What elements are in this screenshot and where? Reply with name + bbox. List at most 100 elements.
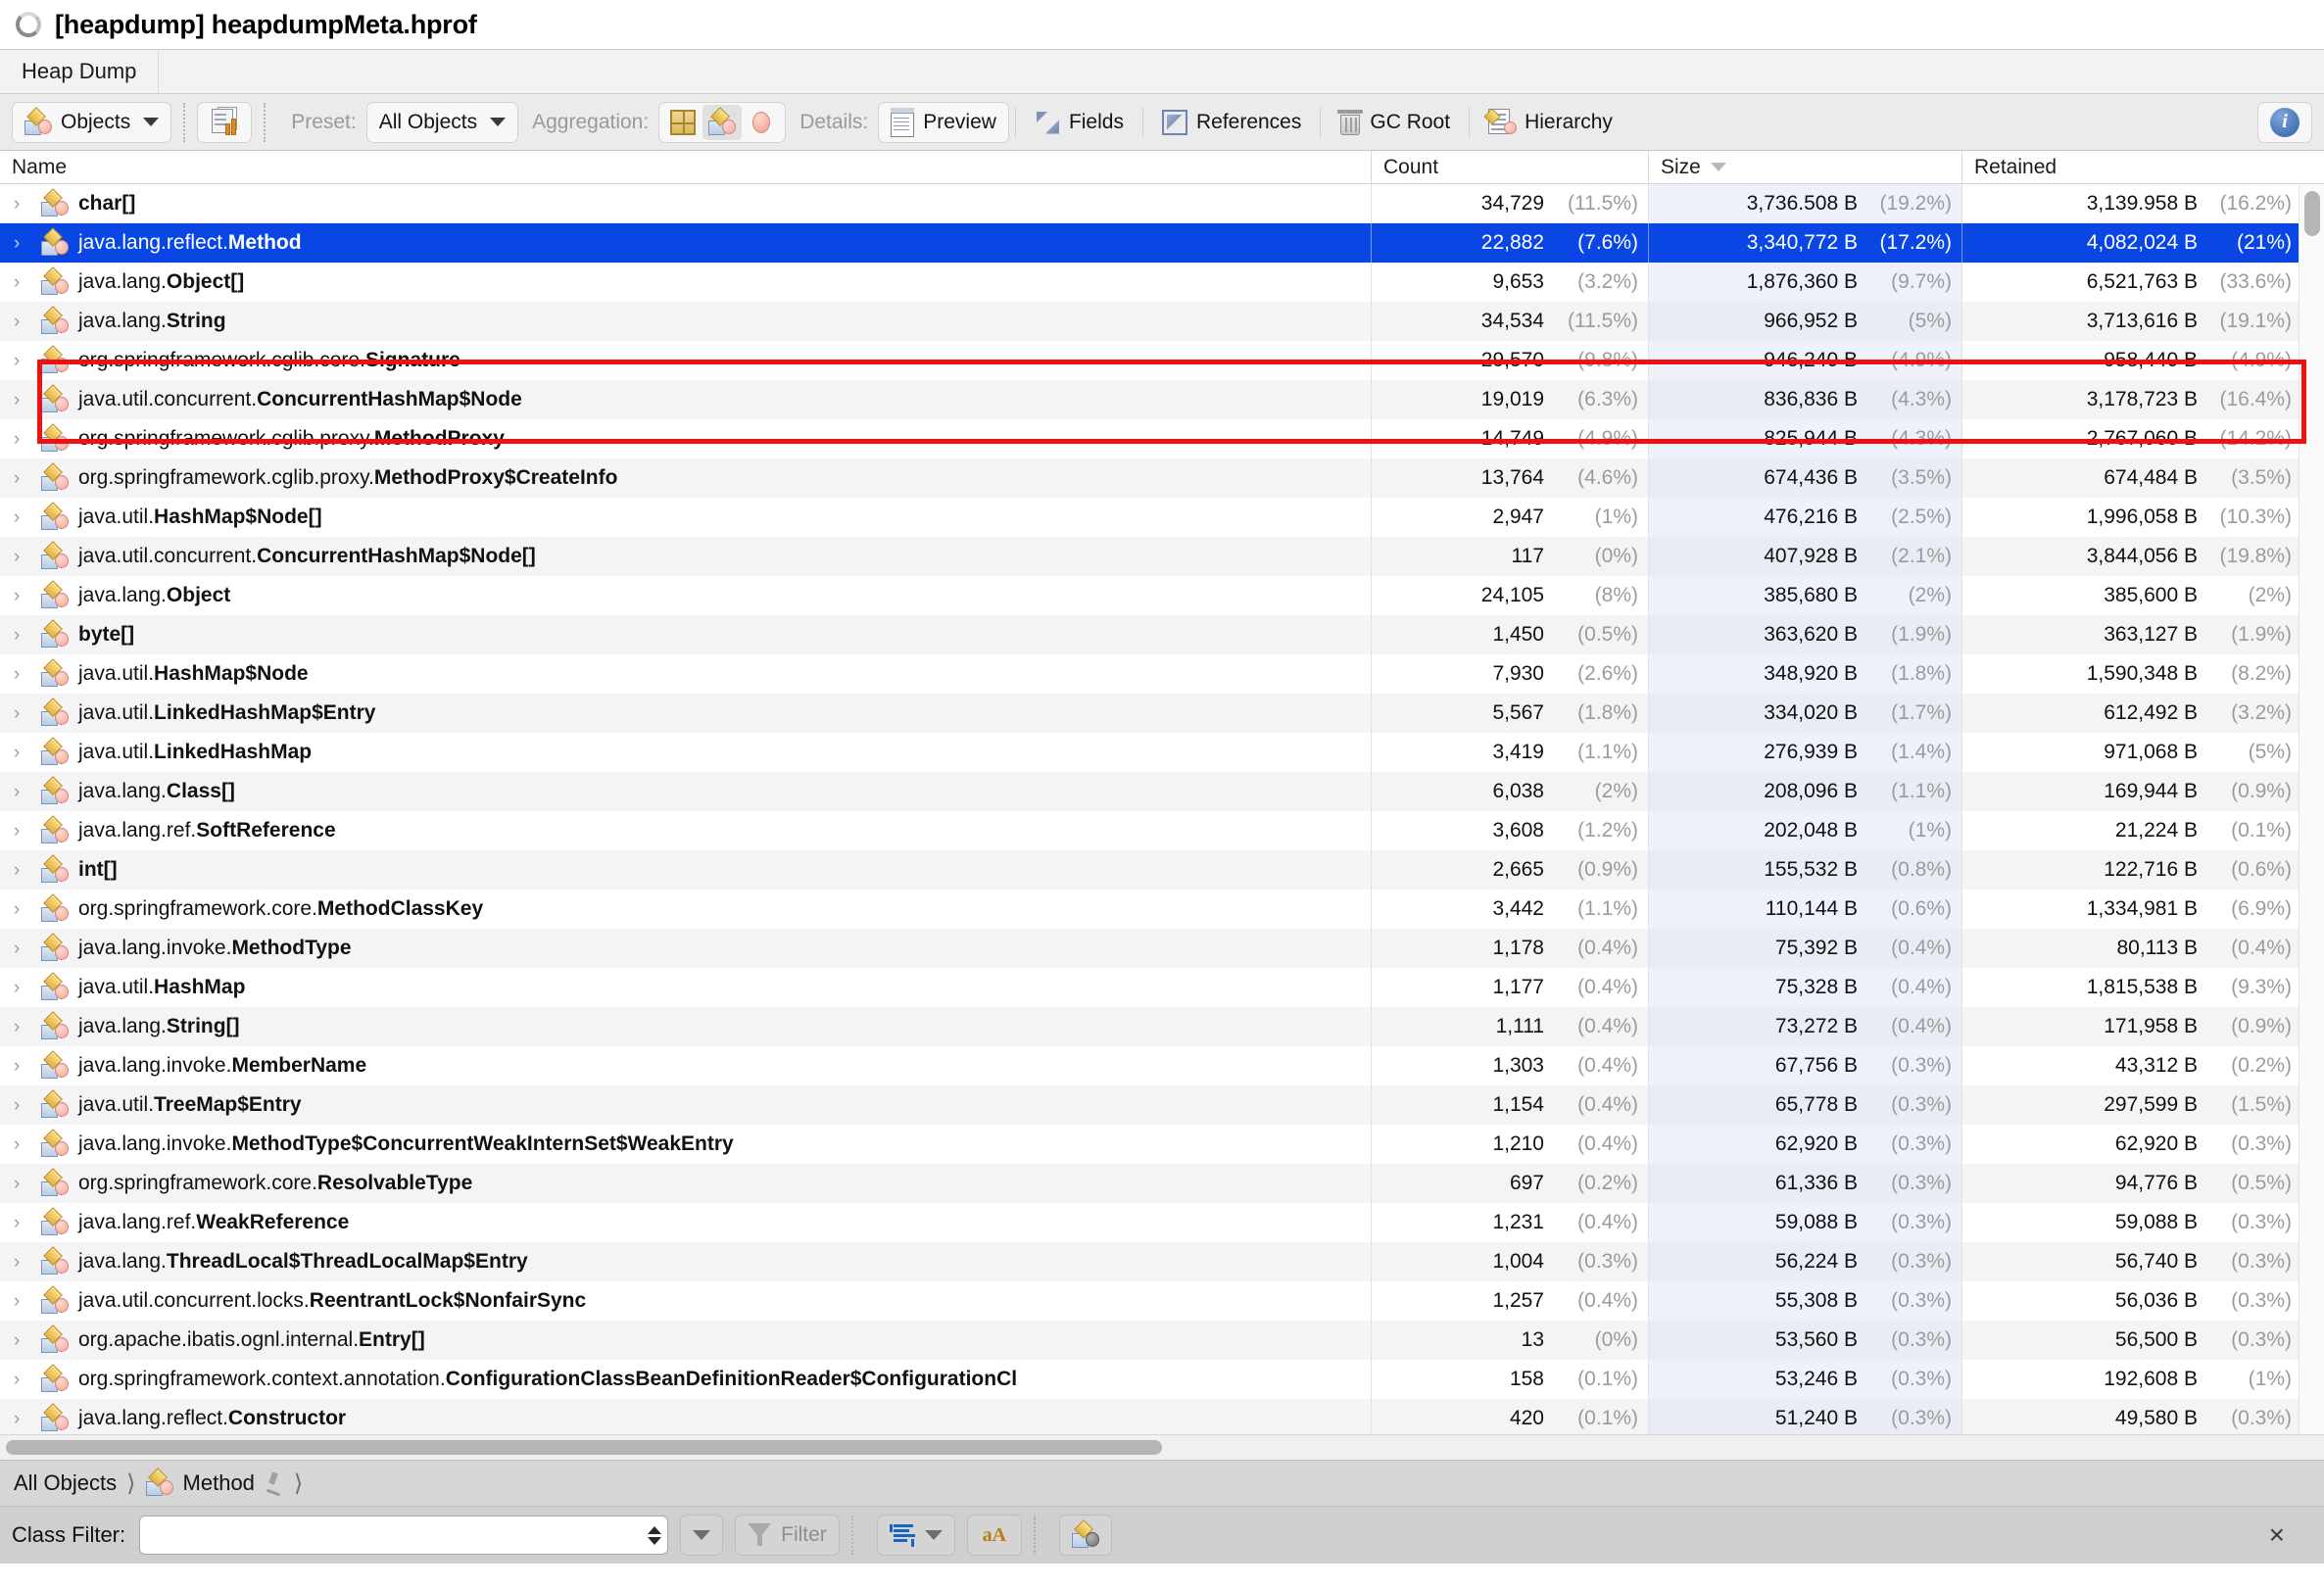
details-preview-button[interactable]: Preview xyxy=(878,101,1009,143)
table-row[interactable]: › java.util.HashMap$Node[] 2,947 (1%) 476,21… xyxy=(0,498,2324,537)
expand-chevron-icon[interactable]: › xyxy=(14,1331,31,1350)
percent: (11.5%) xyxy=(1568,310,1638,332)
table-row[interactable]: › org.springframework.cglib.core.Signatur… xyxy=(0,341,2324,380)
report-button[interactable] xyxy=(197,101,253,143)
expand-chevron-icon[interactable]: › xyxy=(14,391,31,409)
table-row[interactable]: › java.lang.ref.WeakReference 1,231 (0.4%) 5… xyxy=(0,1203,2324,1242)
table-row[interactable]: › java.util.TreeMap$Entry 1,154 (0.4%) 65,77… xyxy=(0,1085,2324,1125)
expand-chevron-icon[interactable]: › xyxy=(14,313,31,331)
aggregation-instances-button[interactable] xyxy=(742,105,781,140)
table-row[interactable]: › java.util.concurrent.ConcurrentHashMap$… xyxy=(0,380,2324,419)
expand-chevron-icon[interactable]: › xyxy=(14,783,31,801)
expand-chevron-icon[interactable]: › xyxy=(14,1135,31,1154)
expand-chevron-icon[interactable]: › xyxy=(14,430,31,449)
filter-history-dropdown[interactable] xyxy=(680,1515,724,1556)
view-options-button[interactable] xyxy=(876,1515,955,1556)
expand-chevron-icon[interactable]: › xyxy=(14,469,31,488)
table-row[interactable]: › java.lang.ref.SoftReference 3,608 (1.2%) 2… xyxy=(0,811,2324,850)
expand-chevron-icon[interactable]: › xyxy=(14,587,31,605)
expand-chevron-icon[interactable]: › xyxy=(14,548,31,566)
details-gc-root-button[interactable]: GC Root xyxy=(1327,102,1463,143)
expand-chevron-icon[interactable]: › xyxy=(14,861,31,880)
column-header-size[interactable]: Size xyxy=(1648,151,1961,183)
table-row[interactable]: › org.springframework.cglib.proxy.MethodP… xyxy=(0,419,2324,458)
aggregation-objects-button[interactable] xyxy=(702,104,743,140)
class-filter-combobox[interactable] xyxy=(139,1516,669,1555)
expand-chevron-icon[interactable]: › xyxy=(14,1292,31,1311)
table-row[interactable]: › java.lang.Class[] 6,038 (2%) 208,096 B (1.1… xyxy=(0,772,2324,811)
class-name-label: org.springframework.cglib.proxy.MethodPr… xyxy=(78,427,505,450)
table-row[interactable]: › java.lang.invoke.MemberName 1,303 (0.4%) 6… xyxy=(0,1046,2324,1085)
table-row[interactable]: › org.springframework.core.ResolvableType… xyxy=(0,1164,2324,1203)
table-row[interactable]: › java.lang.String[] 1,111 (0.4%) 73,272 B (0… xyxy=(0,1007,2324,1046)
class-filter-stepper[interactable] xyxy=(642,1517,667,1554)
breadcrumb-root[interactable]: All Objects xyxy=(14,1470,117,1496)
expand-chevron-icon[interactable]: › xyxy=(14,665,31,684)
column-header-count[interactable]: Count xyxy=(1371,151,1648,183)
expand-chevron-icon[interactable]: › xyxy=(14,1214,31,1232)
table-row[interactable]: › char[] 34,729 (11.5%) 3,736.508 B (19.2%) 3,… xyxy=(0,184,2324,223)
expand-chevron-icon[interactable]: › xyxy=(14,195,31,214)
table-row[interactable]: › java.lang.invoke.MethodType$ConcurrentW… xyxy=(0,1125,2324,1164)
table-row[interactable]: › java.util.HashMap 1,177 (0.4%) 75,328 B (0.… xyxy=(0,968,2324,1007)
table-row[interactable]: › java.util.LinkedHashMap$Entry 5,567 (1.8%… xyxy=(0,694,2324,733)
details-hierarchy-button[interactable]: Hierarchy xyxy=(1476,102,1625,143)
table-row[interactable]: › java.lang.Object 24,105 (8%) 385,680 B (2%)… xyxy=(0,576,2324,615)
preset-dropdown-button[interactable]: All Objects xyxy=(365,101,519,143)
column-header-name[interactable]: Name xyxy=(0,151,1371,183)
expand-chevron-icon[interactable]: › xyxy=(14,626,31,645)
table-row[interactable]: › org.springframework.core.MethodClassKey… xyxy=(0,890,2324,929)
horizontal-scrollbar-thumb[interactable] xyxy=(6,1440,1162,1455)
expand-chevron-icon[interactable]: › xyxy=(14,1175,31,1193)
expand-chevron-icon[interactable]: › xyxy=(14,979,31,997)
aggregation-classes-button[interactable] xyxy=(663,105,702,140)
table-row[interactable]: › java.util.concurrent.ConcurrentHashMap$… xyxy=(0,537,2324,576)
table-row[interactable]: › java.lang.ThreadLocal$ThreadLocalMap$En… xyxy=(0,1242,2324,1281)
expand-chevron-icon[interactable]: › xyxy=(14,234,31,253)
horizontal-scrollbar[interactable] xyxy=(0,1434,2324,1460)
class-filter-input[interactable] xyxy=(140,1517,643,1554)
vertical-scrollbar[interactable] xyxy=(2299,185,2324,1434)
table-row[interactable]: › org.springframework.context.annotation.… xyxy=(0,1360,2324,1399)
expand-chevron-icon[interactable]: › xyxy=(14,939,31,958)
info-button[interactable]: i xyxy=(2257,101,2312,143)
expand-chevron-icon[interactable]: › xyxy=(14,508,31,527)
value: 53,246 B xyxy=(1774,1368,1858,1390)
table-row[interactable]: › int[] 2,665 (0.9%) 155,532 B (0.8%) 122,716 … xyxy=(0,850,2324,890)
expand-chevron-icon[interactable]: › xyxy=(14,900,31,919)
table-row[interactable]: › byte[] 1,450 (0.5%) 363,620 B (1.9%) 363,127… xyxy=(0,615,2324,654)
expand-chevron-icon[interactable]: › xyxy=(14,1096,31,1115)
filter-button[interactable]: Filter xyxy=(735,1515,840,1556)
match-case-button[interactable]: aA xyxy=(966,1515,1022,1556)
expand-chevron-icon[interactable]: › xyxy=(14,352,31,370)
expand-chevron-icon[interactable]: › xyxy=(14,1057,31,1076)
expand-chevron-icon[interactable]: › xyxy=(14,1253,31,1272)
close-icon[interactable]: × xyxy=(2269,1521,2285,1549)
expand-chevron-icon[interactable]: › xyxy=(14,822,31,841)
table-row[interactable]: › java.lang.Object[] 9,653 (3.2%) 1,876,360 … xyxy=(0,263,2324,302)
table-row[interactable]: › org.springframework.cglib.proxy.MethodP… xyxy=(0,458,2324,498)
table-row[interactable]: › org.apache.ibatis.ognl.internal.Entry[]… xyxy=(0,1321,2324,1360)
vertical-scrollbar-thumb[interactable] xyxy=(2304,191,2320,236)
expand-chevron-icon[interactable]: › xyxy=(14,1410,31,1428)
table-row[interactable]: › java.lang.String 34,534 (11.5%) 966,952 B (… xyxy=(0,302,2324,341)
table-row[interactable]: › java.util.concurrent.locks.ReentrantLoc… xyxy=(0,1281,2324,1321)
table-row[interactable]: › java.lang.reflect.Constructor 420 (0.1%) 5… xyxy=(0,1399,2324,1434)
details-references-button[interactable]: References xyxy=(1149,102,1314,143)
details-fields-button[interactable]: Fields xyxy=(1022,102,1137,143)
table-row[interactable]: › java.lang.reflect.Method 22,882 (7.6%) 3,3… xyxy=(0,223,2324,263)
expand-chevron-icon[interactable]: › xyxy=(14,1018,31,1036)
expand-chevron-icon[interactable]: › xyxy=(14,704,31,723)
breadcrumb-current[interactable]: Method xyxy=(183,1470,255,1496)
column-header-retained[interactable]: Retained xyxy=(1961,151,2301,183)
expand-chevron-icon[interactable]: › xyxy=(14,744,31,762)
tab-heap-dump[interactable]: Heap Dump xyxy=(0,50,160,93)
pin-icon[interactable] xyxy=(265,1471,284,1497)
table-row[interactable]: › java.util.HashMap$Node 7,930 (2.6%) 348,92… xyxy=(0,654,2324,694)
table-row[interactable]: › java.lang.invoke.MethodType 1,178 (0.4%) 7… xyxy=(0,929,2324,968)
expand-chevron-icon[interactable]: › xyxy=(14,273,31,292)
table-row[interactable]: › java.util.LinkedHashMap 3,419 (1.1%) 276,9… xyxy=(0,733,2324,772)
objects-filter-button[interactable] xyxy=(1058,1515,1112,1556)
expand-chevron-icon[interactable]: › xyxy=(14,1371,31,1389)
objects-dropdown-button[interactable]: Objects xyxy=(12,101,172,143)
